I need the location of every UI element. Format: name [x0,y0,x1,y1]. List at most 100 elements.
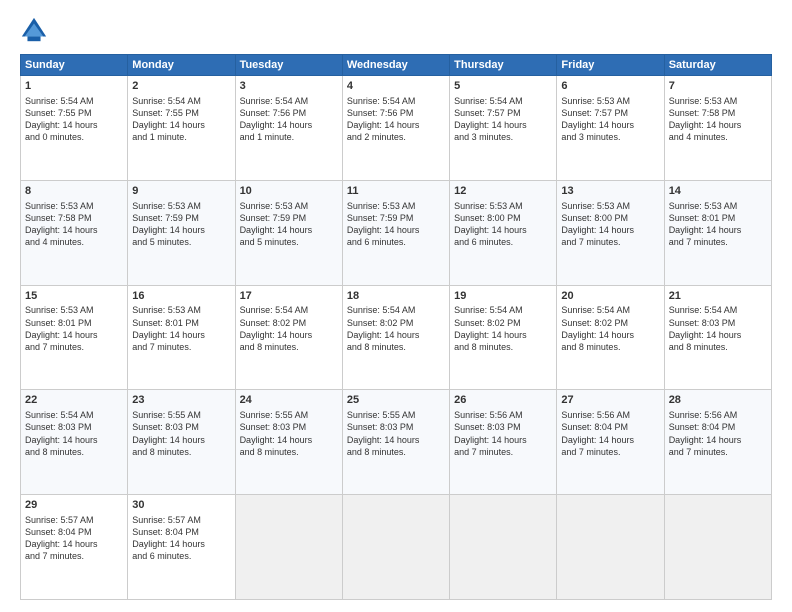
calendar-cell-day-6: 6 Sunrise: 5:53 AM Sunset: 7:57 PM Daylight… [557,76,664,181]
sunset-label: Sunset: 8:04 PM [132,527,199,537]
daylight-value: and 7 minutes. [25,342,84,352]
calendar-cell-empty [557,495,664,600]
daylight-label: Daylight: 14 hours [132,225,205,235]
sunrise-label: Sunrise: 5:53 AM [25,201,94,211]
sunset-label: Sunset: 8:01 PM [669,213,736,223]
sunset-label: Sunset: 8:02 PM [240,318,307,328]
calendar-cell-day-1: 1 Sunrise: 5:54 AM Sunset: 7:55 PM Daylight… [21,76,128,181]
daylight-label: Daylight: 14 hours [561,330,634,340]
sunset-label: Sunset: 7:57 PM [561,108,628,118]
calendar-cell-day-14: 14Sunrise: 5:53 AMSunset: 8:01 PMDayligh… [664,180,771,285]
day-number: 11 [347,184,445,199]
sunrise-label: Sunrise: 5:54 AM [669,305,738,315]
day-header-friday: Friday [557,55,664,76]
sunrise-label: Sunrise: 5:54 AM [454,96,523,106]
day-number: 16 [132,289,230,304]
calendar-cell-day-18: 18Sunrise: 5:54 AMSunset: 8:02 PMDayligh… [342,285,449,390]
calendar-cell-empty [664,495,771,600]
calendar-cell-day-15: 15Sunrise: 5:53 AMSunset: 8:01 PMDayligh… [21,285,128,390]
daylight-label: Daylight: 14 hours [132,435,205,445]
sunset-label: Sunset: 8:02 PM [454,318,521,328]
sunrise-label: Sunrise: 5:53 AM [132,305,201,315]
daylight-label: Daylight: 14 hours [347,330,420,340]
sunrise-label: Sunrise: 5:53 AM [669,96,738,106]
daylight-label: Daylight: 14 hours [561,120,634,130]
sunset-label: Sunset: 8:00 PM [454,213,521,223]
sunrise-label: Sunrise: 5:54 AM [454,305,523,315]
sunset-label: Sunset: 7:57 PM [454,108,521,118]
sunset-label: Sunset: 8:04 PM [669,422,736,432]
day-number: 20 [561,289,659,304]
daylight-value: and 6 minutes. [347,237,406,247]
daylight-value: and 7 minutes. [669,237,728,247]
daylight-value: and 7 minutes. [132,342,191,352]
sunrise-label: Sunrise: 5:53 AM [25,305,94,315]
daylight-label: Daylight: 14 hours [454,120,527,130]
daylight-value: and 7 minutes. [454,447,513,457]
sunrise-label: Sunrise: 5:54 AM [132,96,201,106]
sunrise-label: Sunrise: 5:54 AM [240,305,309,315]
day-header-thursday: Thursday [450,55,557,76]
day-number: 2 [132,79,230,94]
daylight-label: Daylight: 14 hours [240,225,313,235]
daylight-label: Daylight: 14 hours [25,330,98,340]
day-number: 6 [561,79,659,94]
calendar-cell-empty [235,495,342,600]
day-number: 3 [240,79,338,94]
daylight-value: and 8 minutes. [132,447,191,457]
sunset-label: Sunset: 8:01 PM [25,318,92,328]
sunrise-label: Sunrise: 5:56 AM [454,410,523,420]
sunrise-label: Sunrise: 5:54 AM [25,96,94,106]
daylight-label: Daylight: 14 hours [454,330,527,340]
sunset-label: Sunset: 7:58 PM [25,213,92,223]
daylight-label: Daylight: 14 hours [347,435,420,445]
day-number: 21 [669,289,767,304]
daylight-label: Daylight: 14 hours [347,225,420,235]
calendar-cell-day-2: 2Sunrise: 5:54 AMSunset: 7:55 PMDaylight… [128,76,235,181]
daylight-label: Daylight: 14 hours [25,225,98,235]
daylight-value: and 8 minutes. [669,342,728,352]
day-number: 1 [25,79,123,94]
calendar-cell-day-9: 9Sunrise: 5:53 AMSunset: 7:59 PMDaylight… [128,180,235,285]
sunrise-label: Sunrise: 5:54 AM [347,96,416,106]
sunrise-label: Sunrise: 5:53 AM [454,201,523,211]
sunrise-label: Sunrise: 5:56 AM [669,410,738,420]
day-number: 4 [347,79,445,94]
sunrise-label: Sunrise: 5:53 AM [561,201,630,211]
calendar-cell-day-29: 29Sunrise: 5:57 AMSunset: 8:04 PMDayligh… [21,495,128,600]
daylight-label: Daylight: 14 hours [240,330,313,340]
sunset-label: Sunset: 7:55 PM [132,108,199,118]
calendar-cell-day-12: 12Sunrise: 5:53 AMSunset: 8:00 PMDayligh… [450,180,557,285]
daylight-value: and 8 minutes. [347,342,406,352]
calendar-cell-day-4: 4 Sunrise: 5:54 AM Sunset: 7:56 PM Daylight… [342,76,449,181]
sunset-label: Sunset: 7:56 PM [347,108,414,118]
daylight-value: and 0 minutes. [25,132,84,142]
calendar-cell-day-5: 5Sunrise: 5:54 AMSunset: 7:57 PMDaylight… [450,76,557,181]
sunset-label: Sunset: 8:03 PM [347,422,414,432]
day-header-saturday: Saturday [664,55,771,76]
daylight-label: Daylight: 14 hours [669,120,742,130]
day-number: 13 [561,184,659,199]
day-number: 26 [454,393,552,408]
daylight-label: Daylight: 14 hours [454,435,527,445]
sunrise-label: Sunrise: 5:53 AM [561,96,630,106]
calendar-row-3: 15Sunrise: 5:53 AMSunset: 8:01 PMDayligh… [21,285,772,390]
daylight-value: and 8 minutes. [347,447,406,457]
day-number: 12 [454,184,552,199]
day-number: 27 [561,393,659,408]
daylight-value: and 7 minutes. [25,551,84,561]
sunset-label: Sunset: 8:02 PM [347,318,414,328]
sunset-label: Sunset: 7:55 PM [25,108,92,118]
daylight-label: Daylight: 14 hours [561,225,634,235]
daylight-value: and 7 minutes. [561,447,620,457]
calendar-row-1: 1 Sunrise: 5:54 AM Sunset: 7:55 PM Daylight… [21,76,772,181]
sunrise-label: Sunrise: 5:53 AM [240,201,309,211]
sunrise-label: Sunrise: 5:53 AM [132,201,201,211]
daylight-label: Daylight: 14 hours [347,120,420,130]
day-number: 7 [669,79,767,94]
day-number: 19 [454,289,552,304]
sunrise-label: Sunrise: 5:56 AM [561,410,630,420]
daylight-label: Daylight: 14 hours [25,120,98,130]
daylight-label: Daylight: 14 hours [132,539,205,549]
day-header-sunday: Sunday [21,55,128,76]
